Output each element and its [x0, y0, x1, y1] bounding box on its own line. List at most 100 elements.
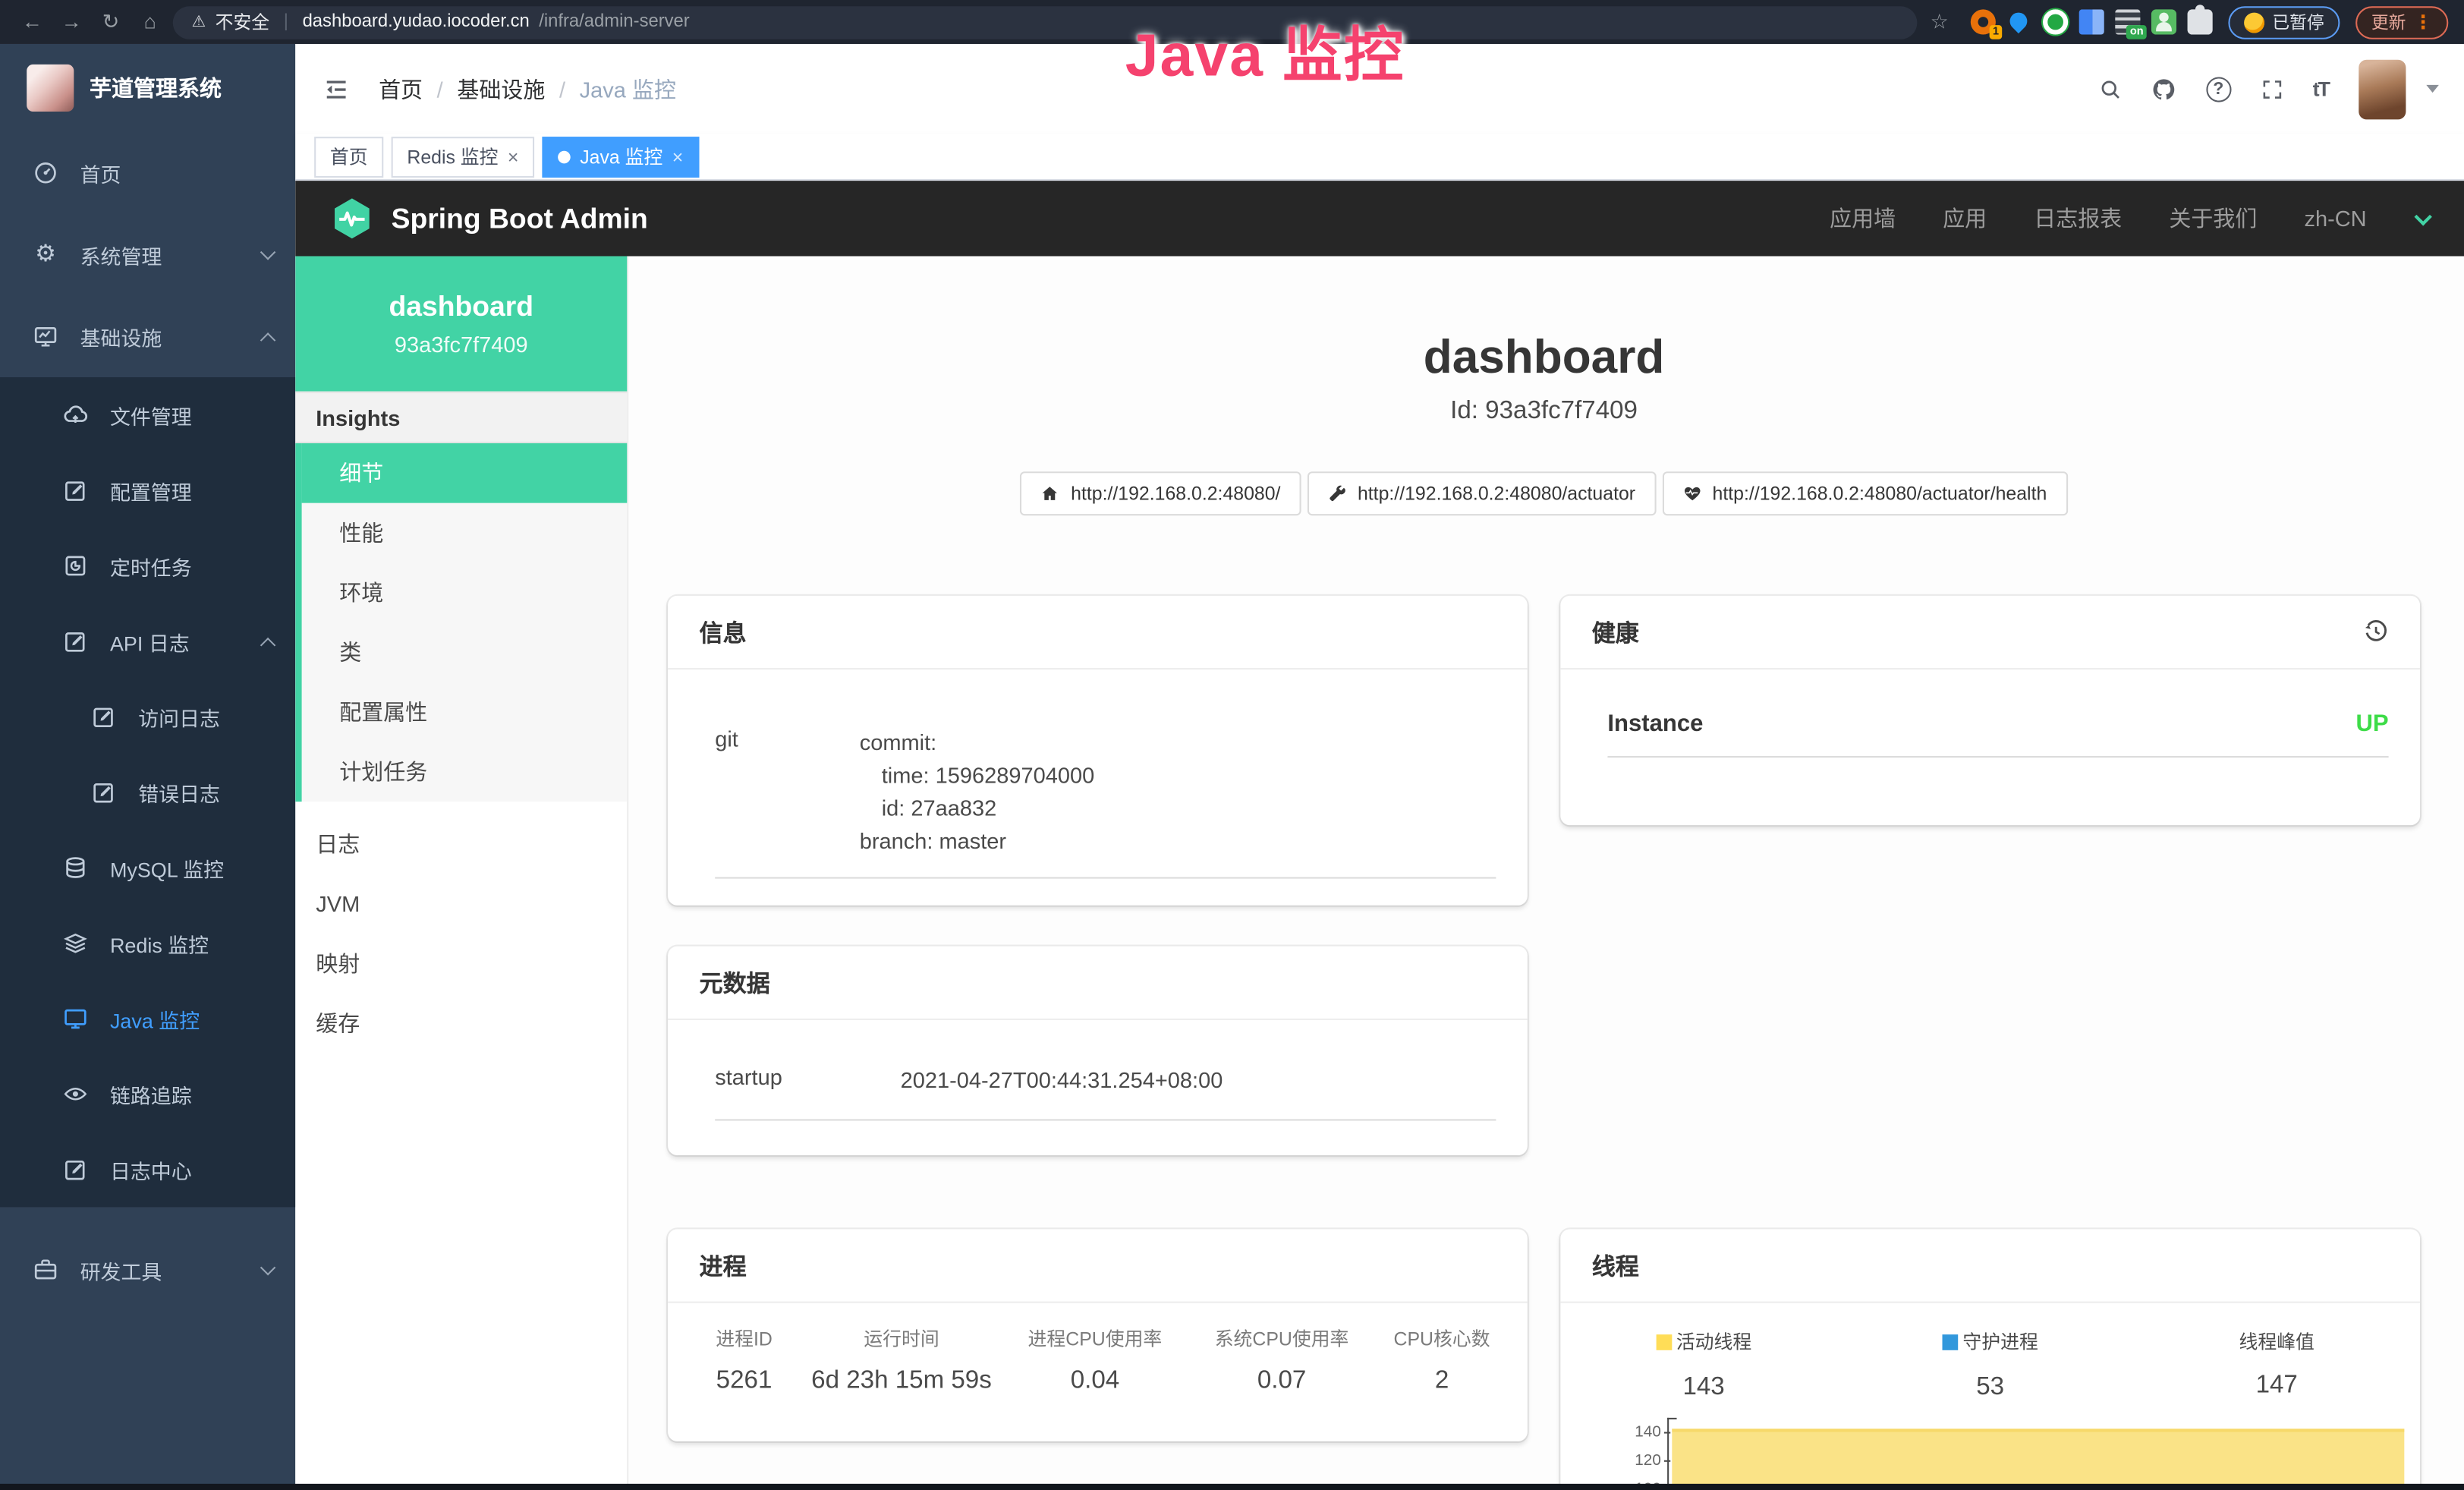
sidebar-item-mysql-monitor[interactable]: MySQL 监控: [0, 830, 295, 905]
actuator-url-button[interactable]: http://192.168.0.2:48080/actuator: [1308, 471, 1656, 515]
y-axis-cap: [1667, 1417, 1676, 1419]
history-icon[interactable]: [2363, 619, 2388, 644]
service-url: http://192.168.0.2:48080/: [1071, 483, 1280, 505]
browser-back-icon[interactable]: ←: [16, 0, 49, 44]
security-warning-icon[interactable]: ⚠: [192, 14, 206, 31]
sidebar-item-config-management[interactable]: 配置管理: [0, 452, 295, 528]
browser-menu-icon[interactable]: ⋮: [2414, 11, 2433, 33]
info-git-row: git commit: time: 1596289704000 id: 27aa…: [715, 726, 1496, 879]
panel-item-scheduled-tasks[interactable]: 计划任务: [302, 742, 628, 802]
extension-on-badge: on: [2127, 25, 2147, 39]
url-host: dashboard.yudao.iocoder.cn: [303, 13, 530, 32]
panel-item-caches[interactable]: 缓存: [295, 994, 627, 1054]
health-url-button[interactable]: http://192.168.0.2:48080/actuator/health: [1662, 471, 2067, 515]
paused-label: 已暂停: [2272, 9, 2324, 34]
legend-label: 线程峰值: [2239, 1328, 2315, 1355]
browser-home-icon[interactable]: ⌂: [134, 0, 166, 44]
sidebar-collapse-icon[interactable]: [320, 76, 351, 101]
process-header: 进程ID: [687, 1325, 801, 1352]
extension-icon-switch[interactable]: on: [2115, 9, 2140, 34]
metadata-card-title: 元数据: [668, 947, 1528, 1020]
chevron-up-icon: [260, 332, 275, 347]
edit-icon: [91, 780, 116, 805]
sba-nav-wallboard[interactable]: 应用墙: [1830, 203, 1896, 234]
instance-name: dashboard: [389, 291, 533, 323]
tab-java-monitor[interactable]: Java 监控 ×: [543, 136, 699, 177]
sidebar-item-access-logs[interactable]: 访问日志: [0, 679, 295, 754]
breadcrumb-separator: /: [559, 76, 565, 101]
sba-logo-icon: [330, 197, 374, 241]
edit-icon: [63, 1157, 88, 1182]
profile-paused-chip[interactable]: 已暂停: [2228, 5, 2340, 38]
close-icon[interactable]: ×: [508, 146, 519, 168]
process-card: 进程 进程ID5261 运行时间6d 23h 15m 59s 进程CPU使用率0…: [668, 1229, 1528, 1441]
panel-item-mappings[interactable]: 映射: [295, 934, 627, 994]
sidebar-item-api-logs[interactable]: API 日志: [0, 603, 295, 679]
sidebar-item-system-management[interactable]: ⚙ 系统管理: [0, 214, 295, 296]
sidebar-item-file-management[interactable]: 文件管理: [0, 377, 295, 452]
breadcrumb-home[interactable]: 首页: [379, 73, 423, 104]
extension-icon-grid[interactable]: [2079, 9, 2104, 34]
active-dot-icon: [558, 150, 571, 163]
sidebar-item-label: 访问日志: [138, 702, 273, 732]
process-value: 0.04: [1002, 1368, 1188, 1396]
sba-nav-about[interactable]: 关于我们: [2169, 203, 2257, 234]
sidebar-item-label: 错误日志: [138, 777, 273, 807]
extension-icon-orange[interactable]: 1: [1971, 9, 1996, 34]
bookmark-star-icon[interactable]: ☆: [1931, 9, 1949, 34]
sidebar-item-tracing[interactable]: 链路追踪: [0, 1057, 295, 1132]
extension-icon-person[interactable]: [2151, 9, 2176, 34]
monitor-chart-icon: [33, 324, 58, 349]
sidebar-item-label: 定时任务: [110, 551, 273, 581]
sidebar-item-redis-monitor[interactable]: Redis 监控: [0, 906, 295, 981]
sidebar-item-dev-tools[interactable]: 研发工具: [0, 1229, 295, 1311]
user-avatar[interactable]: [2359, 59, 2406, 119]
sba-nav-journal[interactable]: 日志报表: [2034, 203, 2122, 234]
url-path: /infra/admin-server: [539, 13, 690, 32]
close-icon[interactable]: ×: [672, 146, 684, 168]
sidebar-item-log-center[interactable]: 日志中心: [0, 1132, 295, 1207]
sba-language-select[interactable]: zh-CN: [2304, 206, 2366, 231]
legend-value: 143: [1560, 1373, 1847, 1401]
process-header: 进程CPU使用率: [1002, 1325, 1188, 1352]
app-logo-row[interactable]: 芋道管理系统: [0, 44, 295, 132]
extension-icon-pin[interactable]: [2006, 9, 2031, 34]
health-card-title: 健康: [1592, 616, 1639, 648]
tab-redis-monitor[interactable]: Redis 监控 ×: [392, 136, 535, 177]
fullscreen-icon[interactable]: [2261, 78, 2283, 100]
sidebar-item-scheduled-jobs[interactable]: 定时任务: [0, 528, 295, 603]
font-size-icon[interactable]: tT: [2313, 77, 2329, 100]
search-icon[interactable]: [2099, 78, 2121, 100]
sba-brand[interactable]: Spring Boot Admin: [330, 197, 648, 241]
threads-chart: 140 120 100: [1620, 1417, 2407, 1490]
panel-item-classes[interactable]: 类: [302, 622, 628, 682]
instance-header[interactable]: dashboard 93a3fc7f7409: [295, 257, 627, 392]
sidebar-item-home[interactable]: 首页: [0, 132, 295, 214]
sba-nav-applications[interactable]: 应用: [1943, 203, 1987, 234]
panel-item-jvm[interactable]: JVM: [295, 874, 627, 934]
sidebar-item-error-logs[interactable]: 错误日志: [0, 754, 295, 830]
browser-reload-icon[interactable]: ↻: [94, 0, 127, 44]
extensions-puzzle-icon[interactable]: [2188, 9, 2213, 34]
status-badge: UP: [2355, 710, 2388, 737]
service-url-button[interactable]: http://192.168.0.2:48080/: [1021, 471, 1301, 515]
panel-item-details[interactable]: 细节: [302, 443, 628, 503]
help-icon[interactable]: ?: [2206, 76, 2231, 101]
breadcrumb-infrastructure[interactable]: 基础设施: [457, 73, 545, 104]
layers-icon: [63, 931, 88, 956]
browser-update-button[interactable]: 更新 ⋮: [2355, 5, 2448, 38]
panel-item-environment[interactable]: 环境: [302, 562, 628, 622]
tab-home[interactable]: 首页: [314, 136, 383, 177]
panel-item-metrics[interactable]: 性能: [302, 503, 628, 563]
github-icon[interactable]: [2151, 76, 2176, 101]
language-caret-icon[interactable]: [2414, 207, 2431, 225]
panel-item-logs[interactable]: 日志: [295, 814, 627, 874]
sidebar-item-infrastructure[interactable]: 基础设施: [0, 295, 295, 377]
sidebar-item-java-monitor[interactable]: Java 监控: [0, 981, 295, 1056]
metadata-key: startup: [715, 1064, 900, 1097]
panel-item-config-props[interactable]: 配置属性: [302, 682, 628, 742]
user-menu-caret-icon[interactable]: [2426, 85, 2439, 93]
browser-forward-icon[interactable]: →: [55, 0, 87, 44]
address-bar[interactable]: ⚠ 不安全 | dashboard.yudao.iocoder.cn/infra…: [173, 5, 1918, 38]
extension-icon-green-circle[interactable]: [2043, 9, 2068, 34]
